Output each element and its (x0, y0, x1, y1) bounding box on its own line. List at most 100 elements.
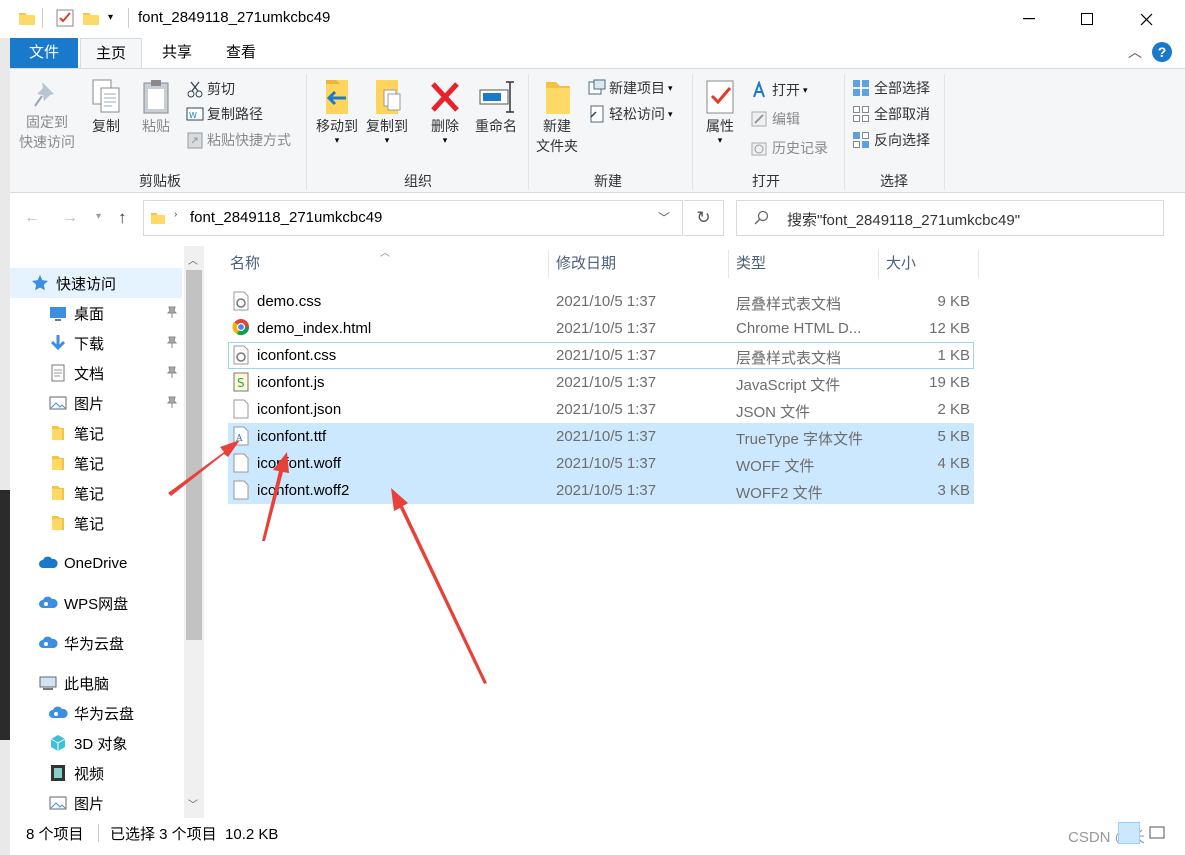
group-label-organize: 组织 (404, 173, 432, 189)
cloud-icon (39, 556, 58, 568)
paste-shortcut-button[interactable]: 粘贴快捷方式 (186, 130, 291, 150)
scroll-up-icon[interactable]: ︿ (188, 252, 198, 267)
back-button[interactable]: ← (24, 209, 40, 227)
new-folder-quick-icon[interactable] (82, 10, 100, 26)
new-item-button[interactable]: 新建项目 ▾ (588, 78, 673, 98)
cloud2-icon (49, 706, 68, 718)
up-button[interactable]: ↑ (118, 208, 127, 228)
open-button[interactable]: 打开 ▾ (750, 80, 808, 100)
nav-item-documents[interactable]: 文档 (10, 358, 182, 388)
delete-button[interactable]: 删除 ▾ (424, 78, 466, 145)
nav-item-pictures[interactable]: 图片 (10, 388, 182, 418)
minimize-button[interactable] (1000, 0, 1058, 38)
easy-access-button[interactable]: 轻松访问 ▾ (588, 104, 673, 124)
address-dropdown-icon[interactable]: ﹀ (658, 209, 670, 226)
file-date: 2021/10/5 1:37 (556, 320, 657, 337)
file-name: demo.css (257, 293, 322, 310)
maximize-button[interactable] (1058, 0, 1116, 38)
file-row[interactable]: demo.css 2021/10/5 1:37 层叠样式表文档 9 KB (228, 288, 974, 315)
file-name: demo_index.html (257, 320, 372, 337)
edit-button[interactable]: 编辑 (750, 109, 800, 129)
file-row[interactable]: Siconfont.js 2021/10/5 1:37 JavaScript 文件 1… (228, 369, 974, 396)
details-view-button[interactable] (1118, 822, 1140, 844)
nav-item-desktop[interactable]: 桌面 (10, 298, 182, 328)
history-button[interactable]: 历史记录 (750, 138, 828, 158)
nav-item-quick-access[interactable]: 快速访问 (10, 268, 182, 298)
file-type: Chrome HTML D... (736, 320, 862, 337)
group-divider (944, 74, 945, 190)
column-header-size[interactable]: 大小 (886, 250, 916, 278)
column-divider[interactable] (548, 250, 549, 278)
column-header-name[interactable]: 名称 (230, 250, 260, 278)
file-type: JSON 文件 (736, 404, 811, 421)
select-none-button[interactable]: 全部取消 (852, 104, 930, 124)
large-icons-view-button[interactable] (1146, 822, 1168, 844)
nav-item-huawei-cloud[interactable]: 华为云盘 (10, 698, 182, 728)
sort-ascending-icon: ︿ (380, 248, 390, 259)
search-box[interactable]: 搜索"font_2849118_271umkcbc49" (736, 200, 1164, 236)
address-bar[interactable]: › font_2849118_271umkcbc49 ﹀ (143, 200, 683, 236)
nav-item-notes[interactable]: 笔记 (10, 508, 182, 538)
nav-item-onedrive[interactable]: OneDrive (10, 548, 182, 578)
properties-button[interactable]: 属性 ▾ (700, 78, 740, 145)
properties-quick-icon[interactable] (56, 9, 74, 27)
file-row[interactable]: iconfont.css 2021/10/5 1:37 层叠样式表文档 1 KB (228, 342, 974, 369)
copy-button[interactable]: 复制 (86, 78, 126, 136)
nav-item-3d-objects[interactable]: 3D 对象 (10, 728, 182, 758)
file-row[interactable]: iconfont.woff 2021/10/5 1:37 WOFF 文件 4 KB (228, 450, 974, 477)
refresh-button[interactable]: ↻ (684, 200, 724, 236)
nav-scrollbar[interactable]: ︿ ﹀ (184, 246, 204, 818)
invert-selection-button[interactable]: 反向选择 (852, 130, 930, 150)
forward-button[interactable]: → (62, 209, 78, 227)
group-label-new: 新建 (594, 173, 622, 189)
status-bar: 8 个项目 已选择 3 个项目 10.2 KB CSDN @长 (10, 818, 1185, 855)
file-size: 2 KB (937, 401, 970, 418)
new-folder-button[interactable]: 新建 文件夹 (534, 78, 580, 156)
file-row[interactable]: iconfont.woff2 2021/10/5 1:37 WOFF2 文件 3 KB (228, 477, 974, 504)
nav-item-notes[interactable]: 笔记 (10, 448, 182, 478)
tab-home[interactable]: 主页 (80, 38, 142, 69)
nav-item-this-pc[interactable]: 此电脑 (10, 668, 182, 698)
nav-item-pictures[interactable]: 图片 (10, 788, 182, 818)
nav-item-notes[interactable]: 笔记 (10, 478, 182, 508)
collapse-ribbon-icon[interactable]: ︿ (1128, 42, 1142, 62)
cloud2-icon (39, 636, 58, 648)
column-header-date[interactable]: 修改日期 (556, 250, 616, 278)
file-row[interactable]: demo_index.html 2021/10/5 1:37 Chrome HTML… (228, 315, 974, 342)
nav-item-videos[interactable]: 视频 (10, 758, 182, 788)
column-header-type[interactable]: 类型 (736, 250, 766, 278)
help-icon[interactable]: ? (1152, 42, 1172, 62)
close-button[interactable] (1117, 0, 1175, 38)
pc-icon (39, 676, 57, 690)
file-row[interactable]: Aiconfont.ttf 2021/10/5 1:37 TrueType 字体文件… (228, 423, 974, 450)
tab-view[interactable]: 查看 (212, 38, 270, 68)
tab-file[interactable]: 文件 (10, 38, 78, 68)
nav-item-notes[interactable]: 笔记 (10, 418, 182, 448)
chrome-icon (232, 318, 250, 336)
copy-to-button[interactable]: 复制到 ▾ (364, 78, 410, 145)
scroll-down-icon[interactable]: ﹀ (188, 796, 198, 811)
scroll-thumb[interactable] (186, 270, 202, 640)
desk-icon (50, 307, 66, 321)
file-name: iconfont.json (257, 401, 342, 418)
column-divider[interactable] (728, 250, 729, 278)
tab-share[interactable]: 共享 (148, 38, 206, 68)
copy-path-button[interactable]: W 复制路径 (186, 104, 263, 124)
rename-button[interactable]: 重命名 (472, 78, 520, 136)
cut-button[interactable]: 剪切 (186, 79, 235, 99)
paste-button[interactable]: 粘贴 (136, 78, 176, 136)
move-to-button[interactable]: 移动到 ▾ (314, 78, 360, 145)
select-all-button[interactable]: 全部选择 (852, 78, 930, 98)
pin-to-quick-access-button[interactable]: 固定到 快速访问 (18, 78, 76, 152)
nav-item-huawei-cloud[interactable]: 华为云盘 (10, 628, 182, 658)
column-divider[interactable] (978, 250, 979, 278)
file-row[interactable]: iconfont.json 2021/10/5 1:37 JSON 文件 2 KB (228, 396, 974, 423)
address-path[interactable]: font_2849118_271umkcbc49 (190, 209, 382, 226)
font-file-icon: A (232, 426, 250, 446)
nav-item-downloads[interactable]: 下载 (10, 328, 182, 358)
customize-toolbar-icon[interactable]: ▾ (108, 12, 113, 23)
pin-icon (166, 396, 178, 408)
recent-locations-button[interactable]: ▾ (96, 211, 101, 222)
nav-item-wps-drive[interactable]: WPS网盘 (10, 588, 182, 618)
column-divider[interactable] (878, 250, 879, 278)
